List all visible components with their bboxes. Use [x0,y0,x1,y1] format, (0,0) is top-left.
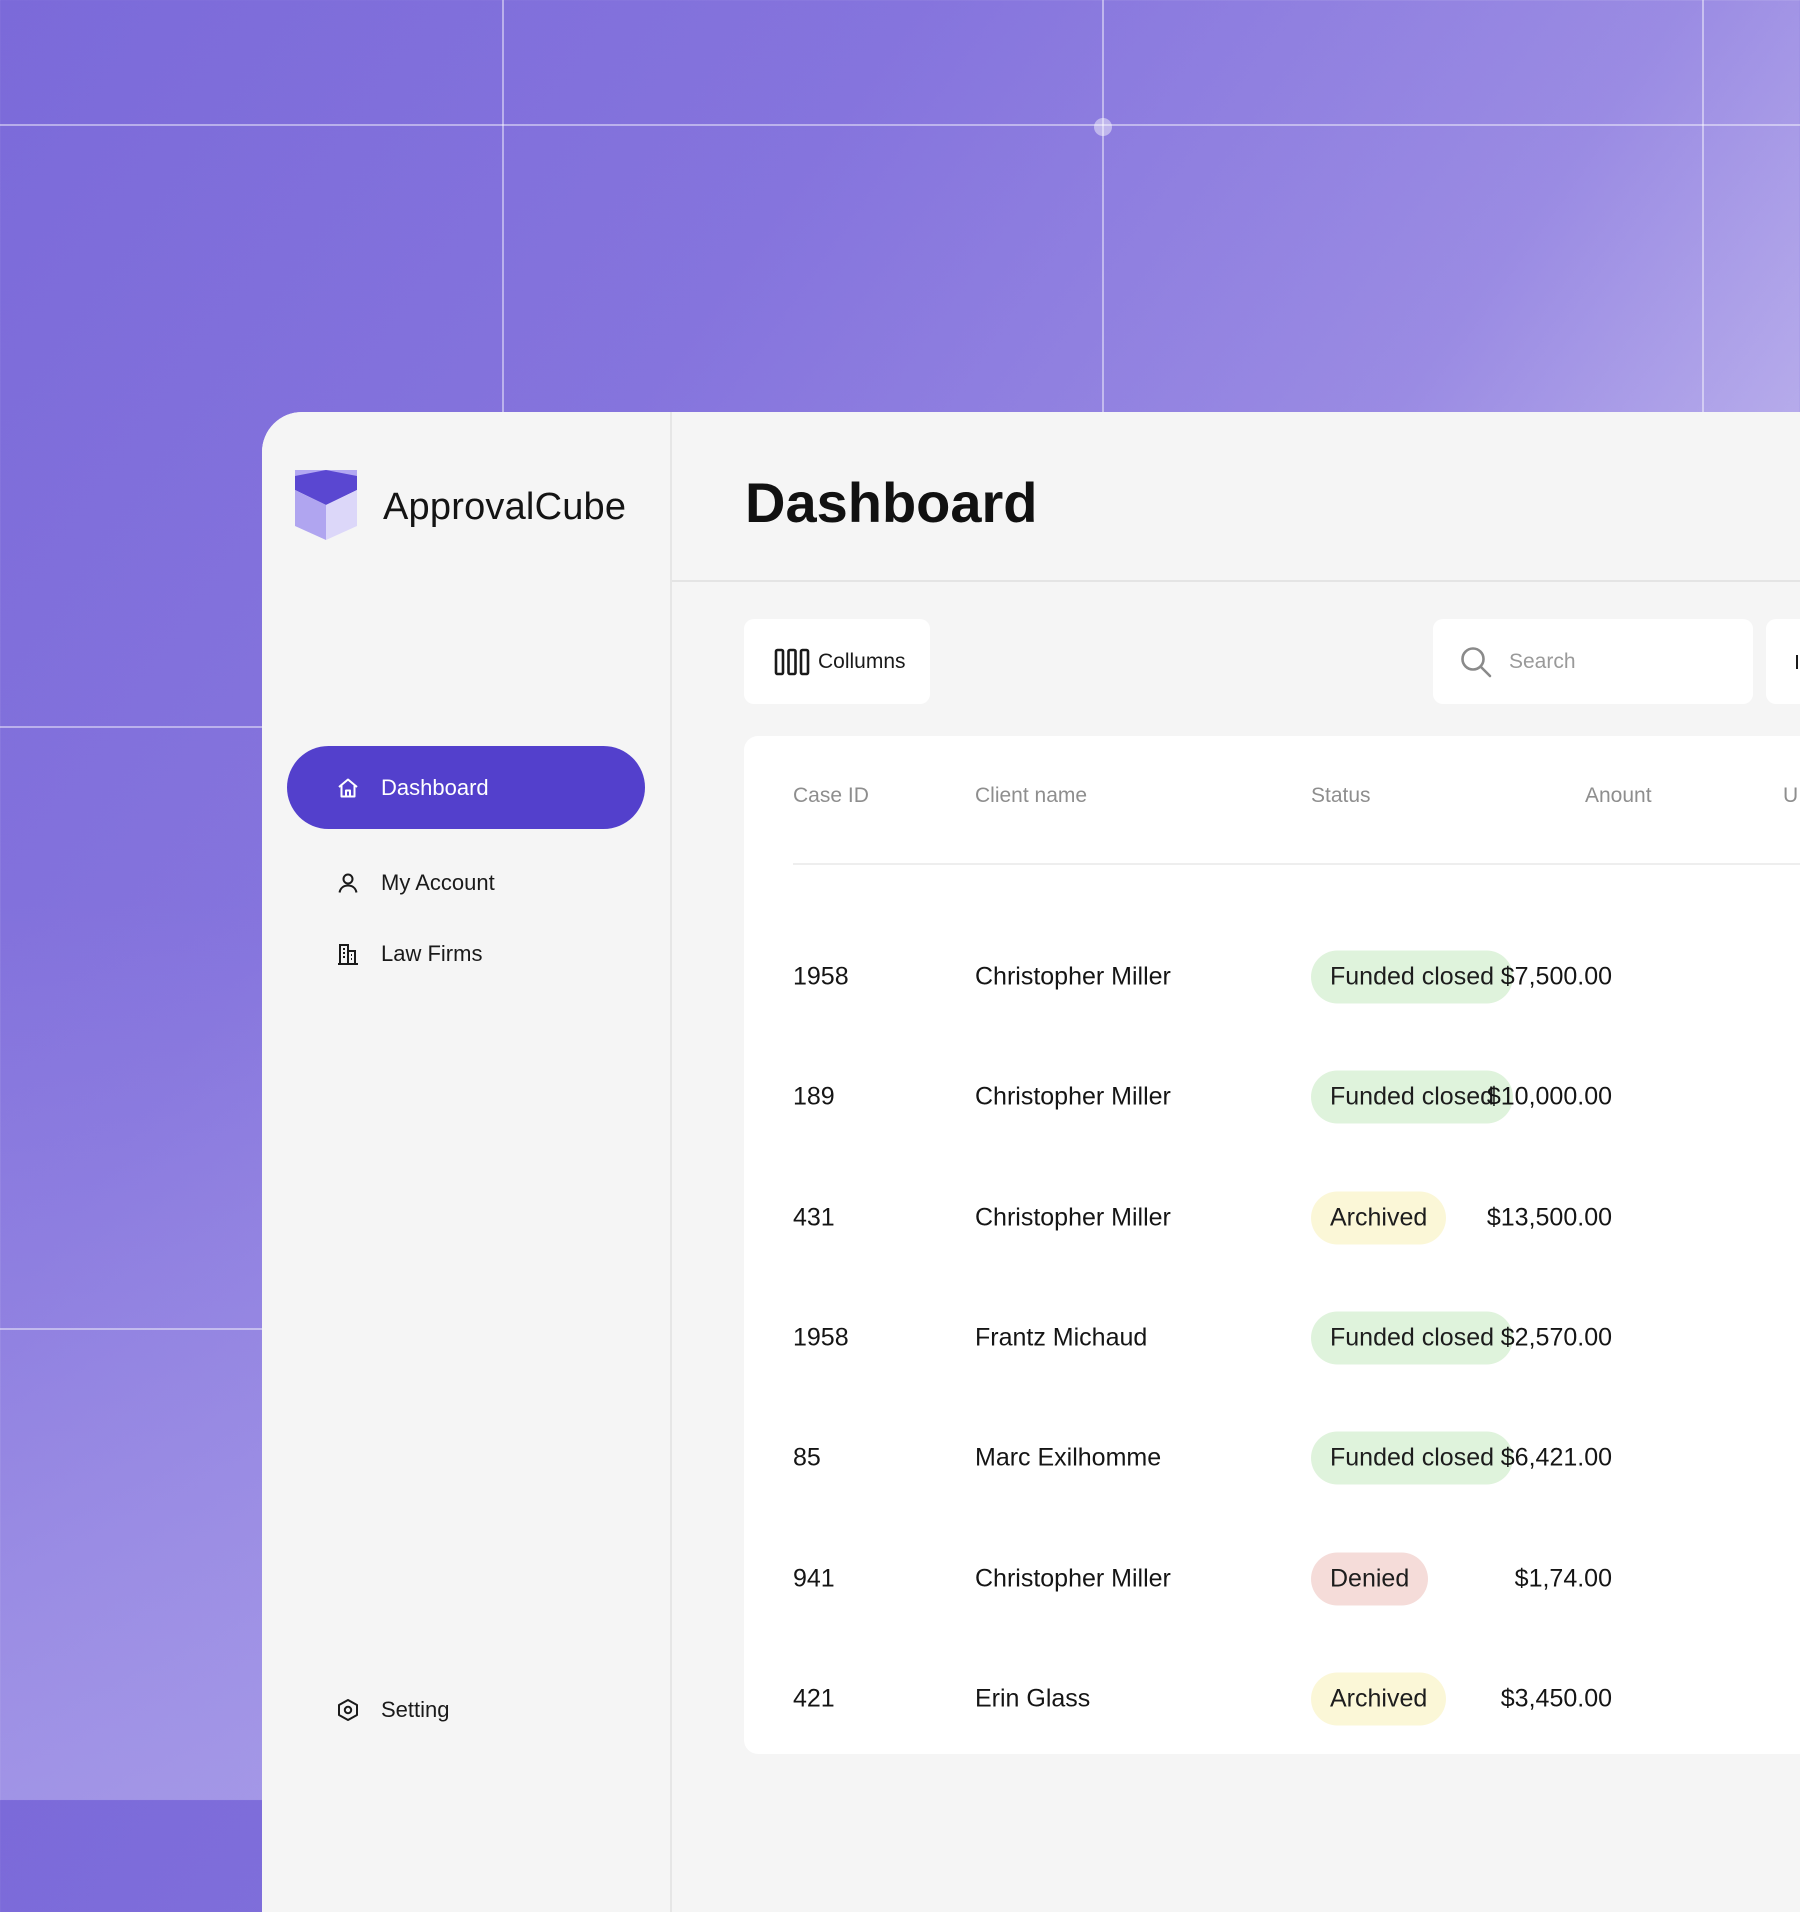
table-row[interactable]: 1958 Christopher Miller Funded closed $7,50… [744,917,1800,1037]
columns-button-label: Collumns [818,649,906,673]
brand[interactable]: ApprovalCube [295,470,626,545]
cube-logo-icon [295,470,357,545]
grid-line [0,1328,262,1330]
table-row[interactable]: 189 Christopher Miller Funded closed $10,00… [744,1037,1800,1157]
columns-icon [774,648,810,676]
sidebar-item-label: Setting [381,1696,450,1722]
columns-button[interactable]: Collumns [744,619,930,704]
grid-dot [1094,118,1112,136]
case-id-cell: 941 [793,1564,835,1592]
amount-cell: $10,000.00 [1486,1082,1612,1111]
grid-line [0,124,1800,126]
gear-icon [335,1697,361,1723]
table-row[interactable]: 421Erin GlassArchived$3,450.00Da [744,1639,1800,1754]
column-header-status[interactable]: Status [1311,784,1371,808]
amount-cell: $13,500.00 [1486,1203,1612,1232]
table-header: Case ID Client name Status Anount U [793,736,1800,865]
column-header-client-name[interactable]: Client name [975,784,1087,808]
client-name-cell: Christopher Miller [975,1564,1171,1592]
main-content: Dashboard Collumns Case ID [672,412,1800,1912]
sidebar-item-label: Dashboard [381,774,489,800]
table-row[interactable]: 431Christopher MillerArchived$13,500.00L… [744,1158,1800,1278]
client-name-cell: Christopher Miller [975,1203,1171,1232]
cases-table: Case ID Client name Status Anount U 1958… [744,736,1800,1754]
grid-line [502,0,504,412]
app-name: ApprovalCube [383,486,627,528]
case-id-cell: 431 [793,1203,835,1232]
grid-line [0,726,262,728]
client-name-cell: Erin Glass [975,1684,1091,1713]
column-header-u[interactable]: U [1783,784,1798,808]
amount-cell: $7,500.00 [1500,962,1612,991]
search-box[interactable] [1433,619,1753,704]
page-title: Dashboard [745,471,1038,534]
search-input[interactable] [1507,648,1731,675]
building-icon [335,941,361,967]
toolbar-extra-button[interactable] [1766,619,1800,704]
user-icon [335,870,361,896]
table-row[interactable]: 85Marc ExilhommeFunded closed$6,421.00Sc… [744,1398,1800,1518]
case-id-cell: 421 [793,1684,835,1713]
column-header-amount[interactable]: Anount [1585,784,1652,808]
app-window: ApprovalCube Dashboard My Account Law Fi… [262,412,1800,1912]
page-header: Dashboard [672,412,1800,582]
amount-cell: $1,74.00 [1514,1564,1612,1592]
client-name-cell: Marc Exilhomme [975,1443,1162,1472]
amount-cell: $3,450.00 [1500,1684,1612,1713]
table-row[interactable]: 941Christopher MillerDenied$1,74.00Lor [744,1519,1800,1639]
client-name-cell: Frantz Michaud [975,1323,1148,1352]
table-row[interactable]: 1958 Frantz Michaud Funded closed $2,570.00… [744,1278,1800,1398]
sidebar-item-dashboard[interactable]: Dashboard [287,746,645,829]
grid-line [1102,0,1104,412]
amount-cell: $6,421.00 [1500,1443,1612,1472]
case-id-cell: 1958 [793,962,849,991]
sidebar-item-law-firms[interactable]: Law Firms [287,912,645,995]
client-name-cell: Christopher Miller [975,962,1171,991]
grid-line [1702,0,1704,412]
toolbar-extra-icon [1796,654,1798,669]
sidebar: ApprovalCube Dashboard My Account Law Fi… [262,412,672,1912]
case-id-cell: 189 [793,1082,835,1111]
sidebar-item-label: Law Firms [381,940,483,966]
column-header-case-id[interactable]: Case ID [793,784,869,808]
amount-cell: $2,570.00 [1500,1323,1612,1352]
home-icon [335,775,361,801]
sidebar-item-setting[interactable]: Setting [287,1668,645,1751]
case-id-cell: 1958 [793,1323,849,1352]
client-name-cell: Christopher Miller [975,1082,1171,1111]
status-badge: Denied [1311,1552,1429,1605]
search-icon [1459,645,1493,679]
sidebar-item-label: My Account [381,869,495,895]
case-id-cell: 85 [793,1443,821,1472]
